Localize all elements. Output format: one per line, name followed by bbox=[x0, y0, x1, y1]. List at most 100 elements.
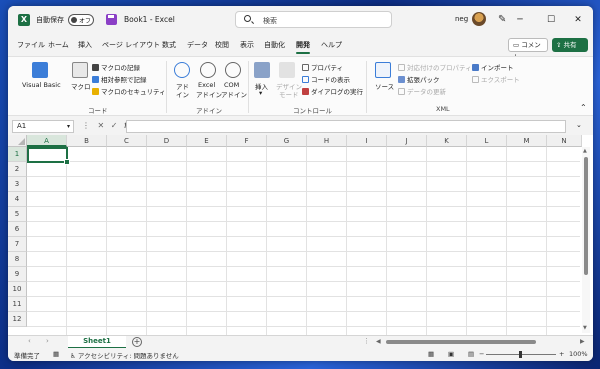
horizontal-scrollbar[interactable]: ◀ ▶ bbox=[376, 338, 588, 346]
addins-label-2[interactable]: イン bbox=[176, 89, 189, 99]
tab-data[interactable]: データ bbox=[187, 40, 208, 50]
cancel-icon[interactable]: ✕ bbox=[98, 121, 105, 130]
formula-input[interactable] bbox=[126, 120, 566, 133]
row-header-4[interactable]: 4 bbox=[8, 192, 27, 207]
properties-button[interactable]: プロパティ bbox=[302, 62, 343, 72]
accessibility-status[interactable]: ♿ アクセシビリティ: 問題ありません bbox=[70, 350, 179, 360]
scroll-up-icon[interactable]: ▲ bbox=[583, 148, 587, 154]
row-header-2[interactable]: 2 bbox=[8, 162, 27, 177]
row-header-10[interactable]: 10 bbox=[8, 282, 27, 297]
view-code-button[interactable]: コードの表示 bbox=[302, 74, 350, 84]
zoom-slider-knob[interactable] bbox=[519, 351, 522, 358]
column-header-k[interactable]: K bbox=[427, 135, 467, 147]
name-box[interactable]: A1 ▾ bbox=[12, 120, 74, 133]
chevron-down-icon[interactable]: ⌄ bbox=[576, 121, 582, 129]
vertical-scrollbar[interactable]: ▲ ▼ bbox=[582, 147, 590, 333]
cell-area[interactable] bbox=[27, 147, 580, 335]
save-icon[interactable] bbox=[106, 14, 117, 25]
avatar[interactable] bbox=[472, 12, 486, 26]
row-header-1[interactable]: 1 bbox=[8, 147, 27, 162]
scroll-right-icon[interactable]: ▶ bbox=[580, 338, 585, 345]
column-header-f[interactable]: F bbox=[227, 135, 267, 147]
page-break-view-icon[interactable]: ▤ bbox=[468, 350, 474, 358]
tab-view[interactable]: 表示 bbox=[240, 40, 254, 50]
visual-basic-button[interactable]: Visual Basic bbox=[22, 81, 61, 89]
user-name[interactable]: neg bbox=[455, 15, 468, 23]
column-header-e[interactable]: E bbox=[187, 135, 227, 147]
row-header-3[interactable]: 3 bbox=[8, 177, 27, 192]
sheet-stats-icon[interactable]: ▦ bbox=[53, 350, 59, 358]
visual-basic-icon[interactable] bbox=[32, 62, 48, 78]
autosave-toggle[interactable]: オフ bbox=[68, 14, 94, 26]
scroll-thumb[interactable] bbox=[386, 340, 536, 344]
scroll-left-icon[interactable]: ◀ bbox=[376, 338, 381, 345]
tab-developer[interactable]: 開発 bbox=[296, 40, 310, 54]
excel-addins-label-1[interactable]: Excel bbox=[198, 81, 215, 89]
column-header-h[interactable]: H bbox=[307, 135, 347, 147]
addins-icon[interactable] bbox=[174, 62, 190, 78]
column-header-j[interactable]: J bbox=[387, 135, 427, 147]
sheet-next-icon[interactable]: › bbox=[46, 337, 49, 345]
excel-addins-label-2[interactable]: アドイン bbox=[196, 89, 222, 99]
search-input[interactable]: 検索 bbox=[235, 11, 392, 28]
page-layout-view-icon[interactable]: ▣ bbox=[448, 350, 454, 358]
active-cell[interactable] bbox=[27, 147, 70, 165]
add-sheet-button[interactable]: + bbox=[132, 337, 142, 347]
enter-icon[interactable]: ✓ bbox=[111, 121, 118, 130]
column-header-i[interactable]: I bbox=[347, 135, 387, 147]
select-all-button[interactable] bbox=[8, 135, 27, 147]
macro-icon[interactable] bbox=[72, 62, 88, 78]
tab-automate[interactable]: 自動化 bbox=[264, 40, 285, 50]
column-header-g[interactable]: G bbox=[267, 135, 307, 147]
com-addins-gear-icon[interactable] bbox=[225, 62, 241, 78]
tab-insert[interactable]: 挿入 bbox=[78, 40, 92, 50]
share-button[interactable]: ⇪ 共有 bbox=[552, 38, 588, 52]
record-macro-button[interactable]: マクロの記録 bbox=[92, 62, 140, 72]
tab-page-layout[interactable]: ページ レイアウト bbox=[102, 40, 160, 50]
relative-ref-button[interactable]: 相対参照で記録 bbox=[92, 74, 147, 84]
pen-icon[interactable]: ✎ bbox=[498, 14, 506, 25]
expansion-packs-button[interactable]: 拡張パック bbox=[398, 74, 440, 84]
normal-view-icon[interactable]: ▦ bbox=[428, 350, 434, 358]
column-header-l[interactable]: L bbox=[467, 135, 507, 147]
column-header-d[interactable]: D bbox=[147, 135, 187, 147]
insert-dropdown-icon[interactable]: ▾ bbox=[259, 89, 262, 97]
maximize-button[interactable]: ☐ bbox=[538, 11, 564, 29]
com-addins-label-2[interactable]: アドイン bbox=[221, 89, 247, 99]
tab-help[interactable]: ヘルプ bbox=[321, 40, 342, 50]
zoom-level[interactable]: 100% bbox=[569, 350, 588, 358]
sheet-prev-icon[interactable]: ‹ bbox=[28, 337, 31, 345]
row-header-9[interactable]: 9 bbox=[8, 267, 27, 282]
column-header-n[interactable]: N bbox=[547, 135, 582, 147]
column-header-m[interactable]: M bbox=[507, 135, 547, 147]
tab-file[interactable]: ファイル bbox=[17, 40, 45, 50]
zoom-in-button[interactable]: + bbox=[559, 350, 564, 358]
row-header-8[interactable]: 8 bbox=[8, 252, 27, 267]
tab-formulas[interactable]: 数式 bbox=[162, 40, 176, 50]
scroll-thumb[interactable] bbox=[584, 157, 588, 275]
row-header-7[interactable]: 7 bbox=[8, 237, 27, 252]
macro-security-button[interactable]: マクロのセキュリティ bbox=[92, 86, 166, 96]
column-header-c[interactable]: C bbox=[107, 135, 147, 147]
row-header-6[interactable]: 6 bbox=[8, 222, 27, 237]
tab-home[interactable]: ホーム bbox=[48, 40, 69, 50]
com-addins-label-1[interactable]: COM bbox=[224, 81, 239, 89]
more-icon[interactable]: ⋮ bbox=[82, 121, 90, 130]
tab-split-handle[interactable]: ⋮ bbox=[363, 337, 370, 345]
xml-source-button[interactable]: ソース bbox=[375, 81, 394, 91]
column-header-b[interactable]: B bbox=[67, 135, 107, 147]
import-button[interactable]: インポート bbox=[472, 62, 514, 72]
row-header-11[interactable]: 11 bbox=[8, 297, 27, 312]
row-header-5[interactable]: 5 bbox=[8, 207, 27, 222]
tab-review[interactable]: 校閲 bbox=[215, 40, 229, 50]
zoom-out-button[interactable]: − bbox=[479, 350, 484, 358]
macro-button[interactable]: マクロ bbox=[71, 81, 91, 91]
insert-control-icon[interactable] bbox=[254, 62, 270, 78]
column-header-a[interactable]: A bbox=[27, 135, 67, 147]
row-header-12[interactable]: 12 bbox=[8, 312, 27, 327]
excel-addins-gear-icon[interactable] bbox=[200, 62, 216, 78]
comment-button[interactable]: ▭ コメント bbox=[508, 38, 548, 61]
minimize-button[interactable]: ─ bbox=[507, 11, 533, 29]
chevron-down-icon[interactable]: ▾ bbox=[67, 121, 70, 132]
xml-source-icon[interactable] bbox=[375, 62, 391, 78]
